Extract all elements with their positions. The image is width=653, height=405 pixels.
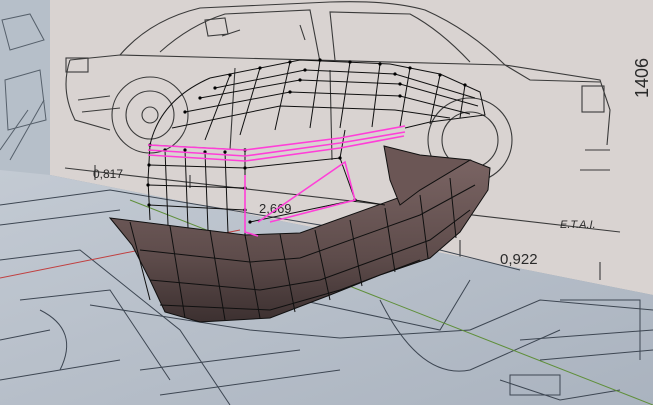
dimension-height: 1406: [632, 58, 652, 98]
dimension-rear-overhang: 0,922: [500, 251, 538, 268]
3d-viewport[interactable]: 0,817 2,669 0,922 E.T.A.I. 1406: [0, 0, 653, 405]
dimension-wheelbase: 2,669: [259, 201, 292, 216]
viewport-canvas[interactable]: 0,817 2,669 0,922 E.T.A.I. 1406: [0, 0, 653, 405]
maker-label: E.T.A.I.: [560, 219, 596, 231]
dimension-side-length: 0,817: [93, 167, 123, 181]
